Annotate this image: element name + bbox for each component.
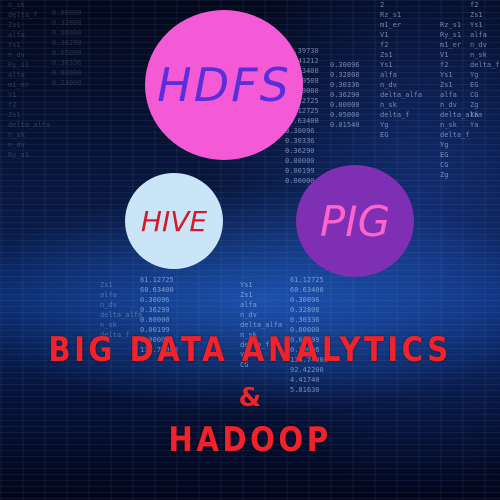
hdfs-bubble: HDFS	[145, 10, 303, 160]
title-line-1: BIG DATA ANALYTICS	[48, 330, 452, 370]
title-ampersand: &	[238, 383, 262, 413]
hive-label: HIVE	[140, 204, 208, 238]
title-line-3: HADOOP	[168, 420, 332, 460]
pig-bubble: PIG	[296, 165, 414, 277]
poster-canvas: n_sk delta_f Zs1 alfa Ys1 n_dv Ry_s1 alf…	[0, 0, 500, 500]
hive-bubble: HIVE	[125, 173, 223, 269]
pig-label: PIG	[319, 196, 391, 246]
hdfs-label: HDFS	[157, 58, 291, 112]
